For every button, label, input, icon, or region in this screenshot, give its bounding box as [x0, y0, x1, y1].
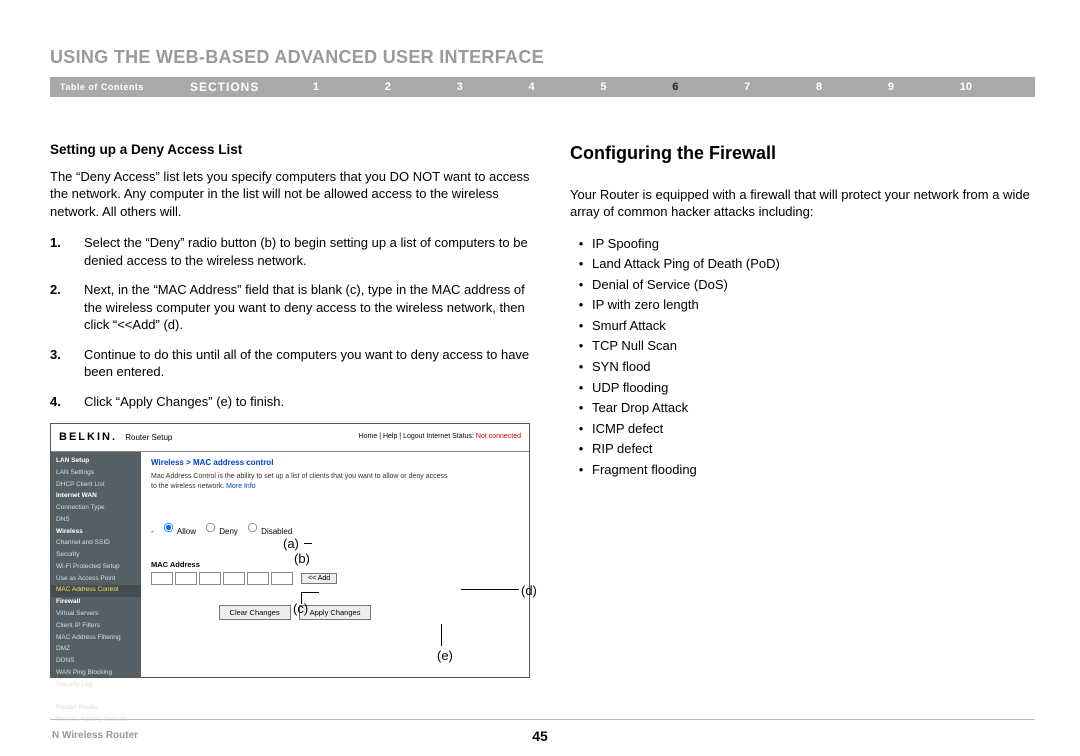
toc-link[interactable]: Table of Contents [60, 81, 190, 93]
attack-item: Denial of Service (DoS) [570, 276, 1035, 294]
radio-deny[interactable] [206, 523, 215, 532]
attack-item: TCP Null Scan [570, 337, 1035, 355]
brand-logo: BELKIN. [59, 431, 117, 443]
section-link-3[interactable]: 3 [457, 80, 463, 95]
section-link-2[interactable]: 2 [385, 80, 391, 95]
mac-input-row: << Add [151, 572, 519, 585]
router-sidebar-item[interactable]: LAN Setup [51, 456, 141, 468]
radio-allow[interactable] [164, 523, 173, 532]
router-sidebar-item[interactable]: DDNS [51, 656, 141, 668]
router-screenshot: BELKIN. Router Setup Home | Help | Logou… [50, 423, 530, 678]
router-sidebar-item[interactable]: DNS [51, 514, 141, 526]
footer-divider [50, 719, 1035, 720]
section-link-1[interactable]: 1 [313, 80, 319, 95]
attack-item: Fragment flooding [570, 461, 1035, 479]
attack-item: Smurf Attack [570, 317, 1035, 335]
page-number: 45 [0, 727, 1080, 746]
chapter-title: USING THE WEB-BASED ADVANCED USER INTERF… [50, 45, 1035, 69]
router-sidebar-item[interactable]: Security Log [51, 679, 141, 691]
attack-item: Land Attack Ping of Death (PoD) [570, 255, 1035, 273]
add-button[interactable]: << Add [301, 573, 337, 584]
router-sidebar-item[interactable]: DHCP Client List [51, 479, 141, 491]
router-sidebar-item[interactable]: MAC Address Filtering [51, 632, 141, 644]
router-sidebar-item[interactable]: Firewall [51, 597, 141, 609]
attack-item: Tear Drop Attack [570, 399, 1035, 417]
breadcrumb: Wireless > MAC address control [151, 458, 519, 469]
router-sidebar-item[interactable]: Internet WAN [51, 491, 141, 503]
section-link-8[interactable]: 8 [816, 80, 822, 95]
firewall-heading: Configuring the Firewall [570, 141, 1035, 165]
section-link-5[interactable]: 5 [600, 80, 606, 95]
attack-item: ICMP defect [570, 420, 1035, 438]
section-link-6[interactable]: 6 [672, 80, 678, 95]
left-column: Setting up a Deny Access List The “Deny … [50, 141, 530, 677]
attack-item: RIP defect [570, 440, 1035, 458]
router-sidebar-item[interactable]: Connection Type [51, 503, 141, 515]
router-sidebar-item[interactable]: DMZ [51, 644, 141, 656]
brand-subtitle: Router Setup [125, 433, 172, 442]
callout-e: (e) [437, 647, 453, 665]
sections-label: SECTIONS [190, 79, 280, 95]
step-item: 2.Next, in the “MAC Address” field that … [50, 281, 530, 334]
section-link-10[interactable]: 10 [960, 80, 972, 95]
mac-field[interactable] [199, 572, 221, 585]
right-column: Configuring the Firewall Your Router is … [570, 141, 1035, 677]
router-sidebar-item[interactable]: Wireless [51, 526, 141, 538]
section-link-9[interactable]: 9 [888, 80, 894, 95]
section-link-7[interactable]: 7 [744, 80, 750, 95]
section-nav: Table of Contents SECTIONS 1 2 3 4 5 6 7 8 9 10 [50, 77, 1035, 97]
mac-field[interactable] [175, 572, 197, 585]
callout-b: (b) [294, 550, 310, 568]
attack-item: IP with zero length [570, 296, 1035, 314]
router-sidebar-item[interactable]: Restore Factory Defaults [51, 714, 141, 726]
apply-changes-button[interactable]: Apply Changes [299, 605, 372, 620]
section-link-4[interactable]: 4 [529, 80, 535, 95]
router-sidebar-item[interactable]: MAC Address Control [51, 585, 141, 597]
callout-d: (d) [521, 582, 537, 600]
access-radio-group[interactable]: - Allow Deny Disabled [151, 521, 519, 538]
router-sidebar-item[interactable]: Utilities [51, 691, 141, 703]
router-sidebar-item[interactable]: Virtual Servers [51, 608, 141, 620]
radio-disabled[interactable] [248, 523, 257, 532]
router-sidebar-item[interactable]: Security [51, 550, 141, 562]
router-sidebar-item[interactable]: LAN Settings [51, 467, 141, 479]
more-info-link[interactable]: More Info [226, 483, 256, 490]
router-sidebar-item[interactable]: Use as Access Point [51, 573, 141, 585]
router-sidebar-item[interactable]: Wi-Fi Protected Setup [51, 561, 141, 573]
header-links[interactable]: Home | Help | Logout Internet Status: No… [359, 432, 521, 441]
router-sidebar[interactable]: LAN SetupLAN SettingsDHCP Client ListInt… [51, 452, 141, 677]
step-item: 1.Select the “Deny” radio button (b) to … [50, 234, 530, 269]
router-sidebar-item[interactable]: Client IP Filters [51, 620, 141, 632]
mac-field[interactable] [223, 572, 245, 585]
mac-field[interactable] [247, 572, 269, 585]
attack-item: UDP flooding [570, 379, 1035, 397]
router-sidebar-item[interactable]: WAN Ping Blocking [51, 667, 141, 679]
mac-field[interactable] [151, 572, 173, 585]
deny-list-heading: Setting up a Deny Access List [50, 141, 530, 159]
attack-item: SYN flood [570, 358, 1035, 376]
deny-list-paragraph: The “Deny Access” list lets you specify … [50, 168, 530, 221]
step-item: 4.Click “Apply Changes” (e) to finish. [50, 393, 530, 411]
mac-label: MAC Address [151, 560, 519, 570]
firewall-paragraph: Your Router is equipped with a firewall … [570, 186, 1035, 221]
router-sidebar-item[interactable]: Restart Router [51, 703, 141, 715]
clear-changes-button[interactable]: Clear Changes [219, 605, 291, 620]
screenshot-desc: Mac Address Control is the ability to se… [151, 472, 451, 491]
attack-item: IP Spoofing [570, 235, 1035, 253]
mac-field[interactable] [271, 572, 293, 585]
router-sidebar-item[interactable]: Channel and SSID [51, 538, 141, 550]
step-item: 3.Continue to do this until all of the c… [50, 346, 530, 381]
